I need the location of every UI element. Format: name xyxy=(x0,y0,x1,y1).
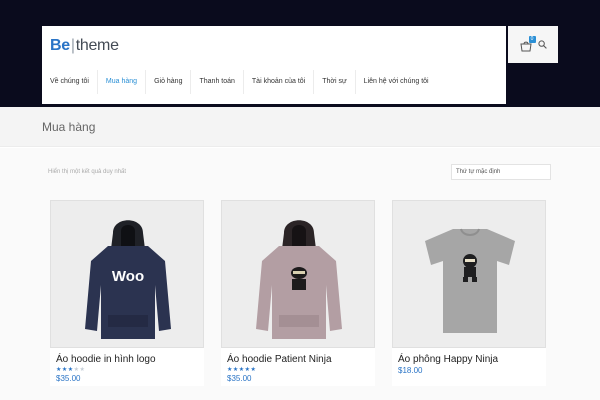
logo-part1: Be xyxy=(50,37,70,54)
product-card[interactable]: Áo phông Happy Ninja $18.00 xyxy=(392,200,546,386)
product-info: Áo hoodie in hình logo ★★★★★ $35.00 xyxy=(50,348,204,386)
result-count: Hiển thị một kết quả duy nhất xyxy=(48,169,127,175)
product-price: $18.00 xyxy=(398,366,423,375)
nav-item-my-account[interactable]: Tài khoản của tôi xyxy=(244,70,315,94)
hoodie-image: Woo xyxy=(85,220,171,339)
rating-stars: ★★★★★ xyxy=(227,367,257,373)
nav-item-cart[interactable]: Giỏ hàng xyxy=(146,70,192,94)
page-subheader: Mua hàng xyxy=(0,107,600,147)
product-card[interactable]: Áo hoodie Patient Ninja ★★★★★ $35.00 xyxy=(221,200,375,386)
sort-select[interactable]: Thứ tự mặc định xyxy=(451,164,551,180)
nav-item-about[interactable]: Về chúng tôi xyxy=(42,70,98,94)
nav-item-news[interactable]: Thời sự xyxy=(314,70,356,94)
product-info: Áo hoodie Patient Ninja ★★★★★ $35.00 xyxy=(221,348,375,386)
svg-text:Woo: Woo xyxy=(112,268,144,285)
hoodie-image xyxy=(256,220,342,339)
logo-part2: theme xyxy=(75,37,119,54)
rating-stars: ★★★★★ xyxy=(56,367,86,373)
product-price: $35.00 xyxy=(56,374,81,383)
cart-button[interactable]: 0 xyxy=(519,35,536,51)
shop-content: Hiển thị một kết quả duy nhất Thứ tự mặc… xyxy=(0,148,600,400)
brand-logo[interactable]: Be|theme xyxy=(50,37,119,55)
logo-separator: | xyxy=(70,37,75,54)
product-price: $35.00 xyxy=(227,374,252,383)
nav-item-shop[interactable]: Mua hàng xyxy=(98,70,147,94)
product-title[interactable]: Áo phông Happy Ninja xyxy=(398,354,540,366)
product-image[interactable] xyxy=(221,200,375,348)
header-actions: 0 xyxy=(508,26,558,63)
product-card[interactable]: Woo Áo hoodie in hình logo ★★★★★ $35.00 xyxy=(50,200,204,386)
product-image[interactable]: Woo xyxy=(50,200,204,348)
nav-item-checkout[interactable]: Thanh toán xyxy=(191,70,244,94)
header: Be|theme Về chúng tôi Mua hàng Giỏ hàng … xyxy=(42,26,506,104)
product-info: Áo phông Happy Ninja $18.00 xyxy=(392,348,546,386)
product-title[interactable]: Áo hoodie in hình logo xyxy=(56,354,198,366)
search-icon[interactable] xyxy=(537,40,547,49)
product-image[interactable] xyxy=(392,200,546,348)
cart-count-badge: 0 xyxy=(528,35,536,43)
tshirt-image xyxy=(425,228,515,333)
page-title: Mua hàng xyxy=(42,120,96,134)
nav-item-contact[interactable]: Liên hệ với chúng tôi xyxy=(356,70,437,94)
main-nav: Về chúng tôi Mua hàng Giỏ hàng Thanh toá… xyxy=(42,70,437,94)
product-title[interactable]: Áo hoodie Patient Ninja xyxy=(227,354,369,366)
